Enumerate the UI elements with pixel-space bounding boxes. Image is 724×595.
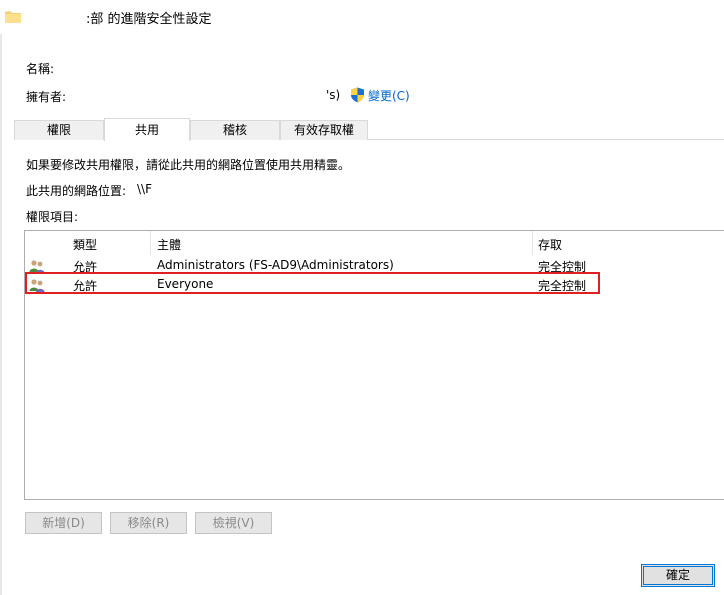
add-button[interactable]: 新增(D) [25,512,102,534]
permission-entries-list[interactable]: 類型 主體 存取 允許 Administrators (FS-AD9\Admin… [24,230,724,500]
uac-shield-icon [351,87,364,103]
entry-principal: Administrators (FS-AD9\Administrators) [157,258,394,272]
share-instruction: 如果要修改共用權限，請從此共用的網路位置使用共用精靈。 [26,158,351,172]
change-owner-link[interactable]: 變更(C) [368,87,410,104]
column-separator[interactable] [532,231,533,255]
permission-entries-label: 權限項目: [26,210,79,224]
share-location-label: 此共用的網路位置: [26,184,127,198]
title-bar: :部 的進階安全性設定 [0,0,724,34]
column-header-access[interactable]: 存取 [538,236,562,253]
remove-button[interactable]: 移除(R) [110,512,187,534]
ok-button[interactable]: 確定 [641,564,715,587]
share-location-value: \\F [137,182,152,196]
tab-effective-access[interactable]: 有效存取權 [280,120,368,140]
highlight-box [25,272,600,294]
owner-value: 's) [326,88,341,102]
window-title: :部 的進階安全性設定 [86,12,212,27]
tab-strip: 權限 共用 稽核 有效存取權 [14,118,724,141]
name-label: 名稱: [26,62,55,76]
column-header-principal[interactable]: 主體 [157,236,181,253]
owner-label: 擁有者: [26,90,67,104]
tab-share[interactable]: 共用 [104,118,190,141]
column-header-type[interactable]: 類型 [73,236,97,253]
view-button[interactable]: 檢視(V) [195,512,272,534]
tab-permissions[interactable]: 權限 [14,120,104,140]
folder-icon [5,11,21,23]
column-separator[interactable] [150,231,151,255]
tab-auditing[interactable]: 稽核 [190,120,280,140]
